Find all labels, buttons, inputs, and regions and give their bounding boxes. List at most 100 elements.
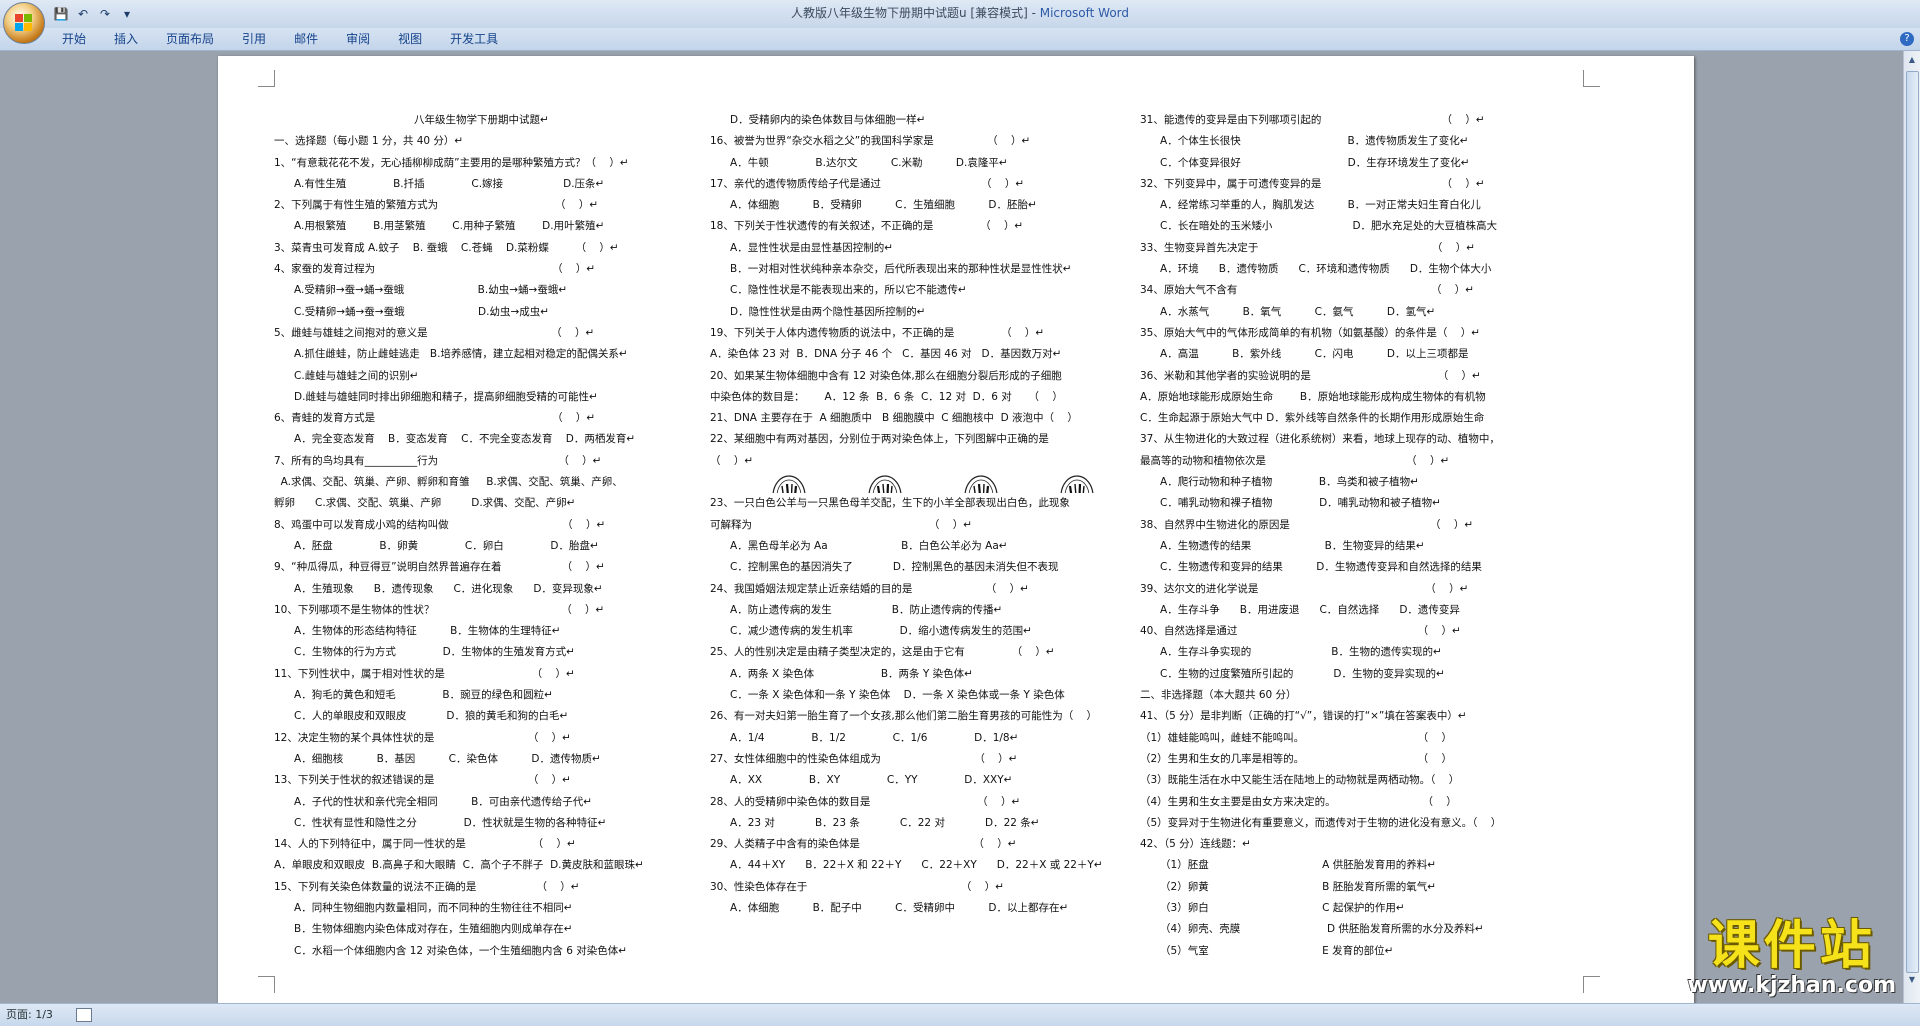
document-line: A．完全变态发育 B．变态发育 C．不完全变态发育 D．两栖发育↵ xyxy=(274,433,636,446)
document-line: A．细胞核 B．基因 C．染色体 D．遗传物质↵ xyxy=(274,752,601,765)
tab-insert[interactable]: 插入 xyxy=(100,28,152,50)
document-line: （2）卵黄 B 胚胎发育所需的氧气↵ xyxy=(1140,880,1437,893)
document-line: 20、如果某生物体细胞中含有 12 对染色体,那么在细胞分裂后形成的子细胞 xyxy=(710,369,1062,382)
document-line: A．显性性状是由显性基因控制的↵ xyxy=(710,241,894,254)
window-title: 人教版八年级生物下册期中试题u [兼容模式] - Microsoft Word xyxy=(0,0,1920,26)
document-line: 29、人类精子中含有的染色体是 （ ）↵ xyxy=(710,838,1017,851)
text-column-2[interactable]: D．受精卵内的染色体数目与体细胞一样↵ 16、被誉为世界“杂交水稻之父”的我国科学… xyxy=(710,110,1120,919)
document-line: A.抓住雌蛙，防止雌蛙逃走 B.培养感情，建立起相对稳定的配偶关系↵ xyxy=(274,348,628,361)
undo-icon[interactable]: ↶ xyxy=(74,5,92,23)
customize-qat-icon[interactable]: ▾ xyxy=(118,5,136,23)
document-line: 15、下列有关染色体数量的说法不正确的是 （ ）↵ xyxy=(274,880,580,893)
cell-diagram-icon: B xyxy=(868,475,902,494)
save-icon[interactable]: 💾 xyxy=(52,5,70,23)
cell-diagram-icon: C xyxy=(964,475,998,494)
document-line: 14、人的下列特征中，属于同一性状的是 （ ）↵ xyxy=(274,838,576,851)
document-line: C．生物体的行为方式 D．生物体的生殖发育方式↵ xyxy=(274,646,575,659)
document-line: C．生物遗传和变异的结果 D．生物遗传变异和自然选择的结果 xyxy=(1140,561,1482,574)
document-line: 21、DNA 主要存在于 A 细胞质中 B 细胞膜中 C 细胞核中 D 液泡中（… xyxy=(710,412,1078,425)
document-line: D．隐性性状是由两个隐性基因所控制的↵ xyxy=(710,305,926,318)
document-line: C．性状有显性和隐性之分 D．性状就是生物的各种特征↵ xyxy=(274,816,607,829)
document-line: A．爬行动物和种子植物 B．鸟类和被子植物↵ xyxy=(1140,476,1419,489)
document-line: A．子代的性状和亲代完全相同 B．可由亲代遗传给子代↵ xyxy=(274,795,593,808)
document-line: A．牛顿 B.达尔文 C.米勒 D.袁隆平↵ xyxy=(710,156,1008,169)
document-line: A．原始地球能形成原始生命 B．原始地球能形成构成生物体的有机物 xyxy=(1140,390,1486,403)
document-line: C．控制黑色的基因消失了 D．控制黑色的基因未消失但不表现 xyxy=(710,561,1059,574)
status-bar: 页面: 1/3 xyxy=(0,1003,1920,1026)
tab-home[interactable]: 开始 xyxy=(48,28,100,50)
document-line: 4、家蚕的发育过程为 （ ）↵ xyxy=(274,263,596,276)
document-page[interactable]: 八年级生物学下册期中试题↵ 一、选择题（每小题 1 分，共 40 分）↵ 1、“有意… xyxy=(218,56,1694,1016)
document-line: C．水稻一个体细胞内含 12 对染色体，一个生殖细胞内含 6 对染色体↵ xyxy=(274,944,628,957)
document-line: （5）气室 E 发育的部位↵ xyxy=(1140,944,1394,957)
vertical-scrollbar[interactable]: ▲ ▼ xyxy=(1903,51,1920,1003)
document-line: 22、某细胞中有两对基因，分别位于两对染色体上，下列图解中正确的是 xyxy=(710,433,1049,446)
document-line: （4）卵壳、壳膜 D 供胚胎发育所需的水分及养料↵ xyxy=(1140,923,1484,936)
document-line: 37、从生物进化的大致过程（进化系统树）来看，地球上现存的动、植物中， xyxy=(1140,433,1500,446)
document-line: A．单眼皮和双眼皮 B.高鼻子和大眼睛 C．高个子不胖子 D.黄皮肤和蓝眼珠↵ xyxy=(274,859,644,872)
document-line: 17、亲代的遗传物质传给子代是通过 （ ）↵ xyxy=(710,177,1025,190)
office-button[interactable] xyxy=(3,2,45,44)
scroll-down-icon[interactable]: ▼ xyxy=(1905,973,1919,987)
document-line: 24、我国婚姻法规定禁止近亲结婚的目的是 （ ）↵ xyxy=(710,582,1029,595)
minimize-button[interactable] xyxy=(1842,0,1868,18)
document-line: 25、人的性别决定是由精子类型决定的，这是由于它有 （ ）↵ xyxy=(710,646,1055,659)
tab-review[interactable]: 审阅 xyxy=(332,28,384,50)
document-line: A．生存斗争实现的 B．生物的遗传实现的↵ xyxy=(1140,646,1442,659)
document-line: C．长在暗处的玉米矮小 D．肥水充足处的大豆植株高大 xyxy=(1140,220,1498,233)
ribbon-tab-bar: 开始 插入 页面布局 引用 邮件 审阅 视图 开发工具 ? xyxy=(0,28,1920,51)
help-icon[interactable]: ? xyxy=(1900,32,1914,46)
document-line: 36、米勒和其他学者的实验说明的是 （ ）↵ xyxy=(1140,369,1481,382)
document-line: A．生存斗争 B．用进废退 C．自然选择 D．遗传变异 xyxy=(1140,603,1460,616)
page-indicator[interactable]: 页面: 1/3 xyxy=(6,1004,53,1026)
document-line: A．染色体 23 对 B．DNA 分子 46 个 C．基因 46 对 D．基因数… xyxy=(710,348,1062,361)
document-line: A．水蒸气 B．氧气 C．氨气 D．氢气↵ xyxy=(1140,305,1436,318)
watermark-title: 课件站 xyxy=(1707,916,1876,976)
crop-mark-bottom-right xyxy=(1583,976,1600,993)
maximize-button[interactable] xyxy=(1868,0,1894,18)
document-workspace: 八年级生物学下册期中试题↵ 一、选择题（每小题 1 分，共 40 分）↵ 1、“有意… xyxy=(0,51,1904,1016)
tab-references[interactable]: 引用 xyxy=(228,28,280,50)
document-line: C．人的单眼皮和双眼皮 D．狼的黄毛和狗的白毛↵ xyxy=(274,710,569,723)
document-line: C．隐性性状是不能表现出来的，所以它不能遗传↵ xyxy=(710,284,967,297)
title-bar: 人教版八年级生物下册期中试题u [兼容模式] - Microsoft Word … xyxy=(0,0,1920,28)
tab-view[interactable]: 视图 xyxy=(384,28,436,50)
text-column-3[interactable]: 31、能遗传的变异是由下列哪项引起的 （ ）↵ A．个体生长很快 B．遗传物质发… xyxy=(1140,110,1560,962)
app-name: Microsoft Word xyxy=(1039,6,1130,20)
document-line: A.求偶、交配、筑巢、产卵、孵卵和育雏 B.求偶、交配、筑巢、产卵、 xyxy=(274,476,623,489)
document-line: A．狗毛的黄色和短毛 B．豌豆的绿色和圆粒↵ xyxy=(274,689,553,702)
document-line: 33、生物变异首先决定于 （ ）↵ xyxy=(1140,241,1476,254)
document-line: C．一条 X 染色体和一条 Y 染色体 D．一条 X 染色体或一条 Y 染色体 xyxy=(710,689,1065,702)
document-line: 12、决定生物的某个具体性状的是 （ ）↵ xyxy=(274,731,571,744)
text-column-1[interactable]: 八年级生物学下册期中试题↵ 一、选择题（每小题 1 分，共 40 分）↵ 1、“有意… xyxy=(274,110,684,962)
document-line: A．1/4 B．1/2 C．1/6 D．1/8↵ xyxy=(710,731,1019,744)
document-line: A．黑色母羊必为 Aa B．白色公羊必为 Aa↵ xyxy=(710,539,1008,552)
document-line: 19、下列关于人体内遗传物质的说法中，不正确的是 （ ）↵ xyxy=(710,326,1045,339)
tab-mailings[interactable]: 邮件 xyxy=(280,28,332,50)
document-line: A．生物体的形态结构特征 B．生物体的生理特征↵ xyxy=(274,625,561,638)
close-button[interactable] xyxy=(1894,0,1920,18)
scroll-up-icon[interactable]: ▲ xyxy=(1905,53,1919,67)
document-line: B．生物体细胞内染色体成对存在，生殖细胞内则成单存在↵ xyxy=(274,923,573,936)
document-line: 11、下列性状中，属于相对性状的是 （ ）↵ xyxy=(274,667,575,680)
document-line: A．防止遗传病的发生 B．防止遗传病的传播↵ xyxy=(710,603,1003,616)
crop-mark-bottom-left xyxy=(258,976,275,993)
document-line: 13、下列关于性状的叙述错误的是 （ ）↵ xyxy=(274,774,571,787)
document-line: 5、雌蛙与雄蛙之间抱对的意义是 （ ）↵ xyxy=(274,326,595,339)
redo-icon[interactable]: ↷ xyxy=(96,5,114,23)
document-line: 39、达尔文的进化学说是 （ ）↵ xyxy=(1140,582,1469,595)
proofing-icon[interactable] xyxy=(76,1008,92,1022)
document-line: （3）既能生活在水中又能生活在陆地上的动物就是两栖动物。（ ） xyxy=(1140,774,1460,787)
document-line: 最高等的动物和植物依次是 （ ）↵ xyxy=(1140,454,1450,467)
scrollbar-thumb[interactable] xyxy=(1906,71,1919,973)
tab-page-layout[interactable]: 页面布局 xyxy=(152,28,228,50)
title-separator: - xyxy=(1027,6,1040,20)
document-line: 32、下列变异中，属于可遗传变异的是 （ ）↵ xyxy=(1140,177,1485,190)
document-line: 八年级生物学下册期中试题↵ xyxy=(414,114,549,126)
document-line: 孵卵 C.求偶、交配、筑巢、产卵 D.求偶、交配、产卵↵ xyxy=(274,497,576,510)
tab-developer[interactable]: 开发工具 xyxy=(436,28,512,50)
document-line: （5）变异对于生物进化有重要意义，而遗传对于生物的进化没有意义。（ ） xyxy=(1140,816,1502,829)
document-line: A．44＋XY B．22＋X 和 22＋Y C．22＋XY D．22＋X 或 2… xyxy=(710,859,1103,872)
document-line: 9、“种瓜得瓜，种豆得豆”说明自然界普遍存在着 （ ）↵ xyxy=(274,561,605,574)
document-line: 38、自然界中生物进化的原因是 （ ）↵ xyxy=(1140,518,1474,531)
